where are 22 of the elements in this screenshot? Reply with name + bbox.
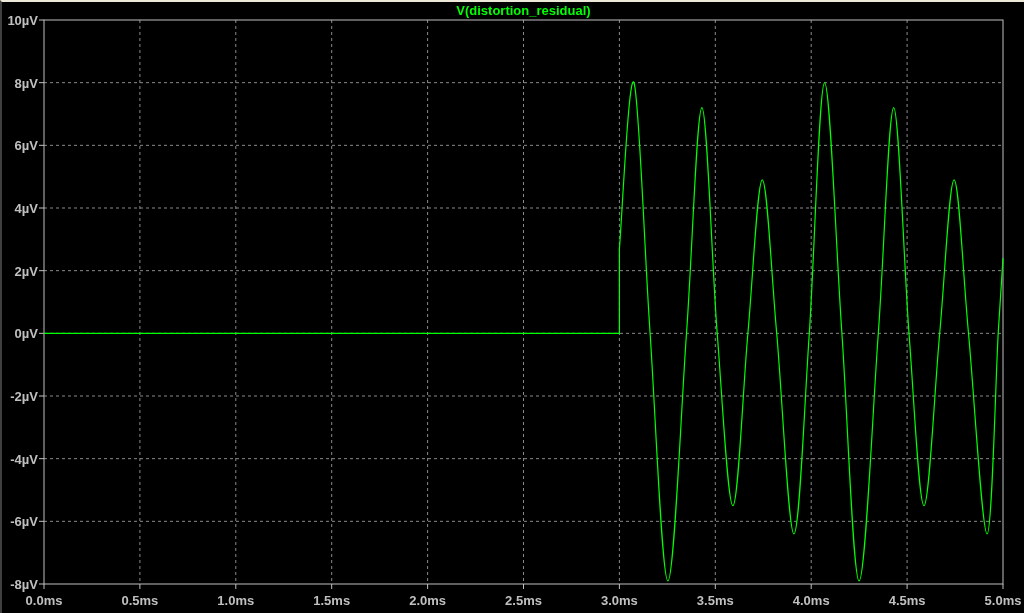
x-tick-label: 3.5ms [696, 593, 734, 608]
x-tick-label: 3.0ms [600, 593, 638, 608]
x-tick-label: 1.0ms [217, 593, 255, 608]
y-tick-label: -2µV [10, 389, 38, 404]
y-tick-label: 8µV [14, 75, 38, 91]
x-tick-label: 0.5ms [121, 593, 159, 608]
y-tick-label: 2µV [14, 263, 38, 279]
y-tick-label: 0µV [14, 326, 38, 342]
y-tick-label: -8µV [10, 577, 38, 592]
x-tick-label: 5.0ms [984, 593, 1022, 608]
x-tick-label: 2.5ms [505, 593, 542, 608]
x-tick-label: 1.5ms [313, 593, 351, 608]
x-tick-label: 4.5ms [888, 593, 926, 608]
trace-label: V(distortion_residual) [456, 3, 591, 18]
x-tick-label: 4.0ms [792, 593, 830, 608]
y-tick-label: 10µV [7, 13, 38, 28]
y-tick-label: 6µV [14, 138, 38, 154]
y-tick-label: 4µV [14, 201, 38, 216]
x-tick-label: 0.0ms [25, 593, 63, 608]
y-tick-label: -6µV [10, 514, 38, 530]
x-tick-label: 2.0ms [409, 593, 447, 608]
y-tick-label: -4µV [10, 451, 38, 467]
